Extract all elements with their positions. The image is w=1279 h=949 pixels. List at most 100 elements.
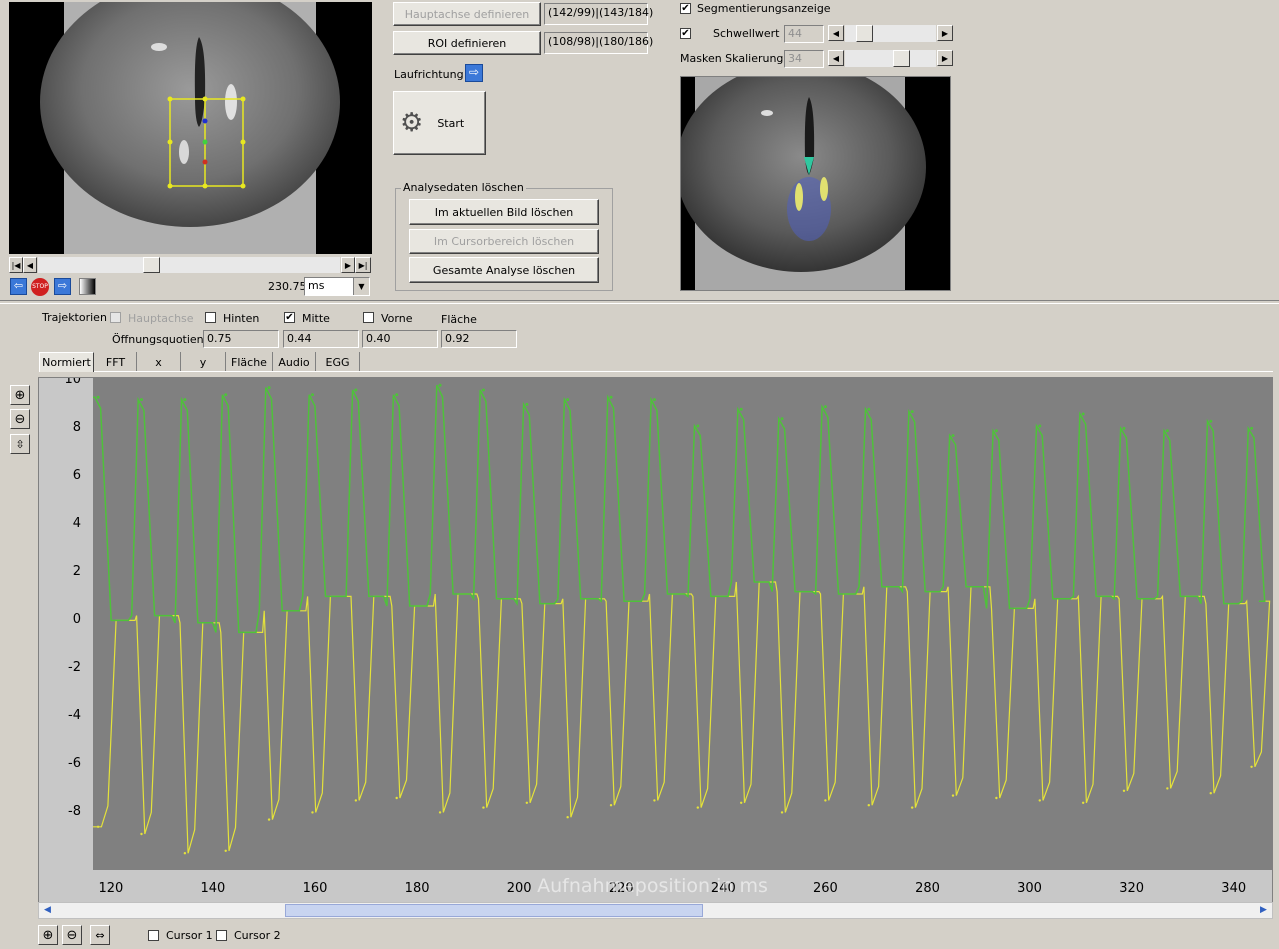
bottom-zoom-out-icon[interactable]: ⊖	[62, 925, 82, 945]
series-lower-point	[1166, 787, 1169, 790]
series-upper-point	[1165, 429, 1169, 433]
hauptachse-traj-label: Hauptachse	[128, 312, 194, 325]
start-button[interactable]: ⚙ Start	[393, 91, 486, 155]
mask-scale-right-button[interactable]: ▶	[937, 50, 953, 66]
series-upper-point	[1081, 412, 1085, 416]
hinten-checkbox[interactable]	[205, 312, 216, 323]
frame-slider-track[interactable]	[38, 257, 340, 273]
fit-horizontal-icon[interactable]: ⇔	[90, 925, 110, 945]
mask-scale-slider-thumb[interactable]	[893, 50, 910, 67]
stop-icon[interactable]: STOP	[31, 278, 49, 296]
tab-baseline	[94, 371, 1273, 372]
y-tick-label: 6	[73, 468, 81, 483]
next-frame-button[interactable]: ▶	[341, 257, 355, 273]
series-upper-point	[395, 393, 399, 397]
series-upper-point	[224, 393, 228, 397]
series-upper-point	[481, 388, 485, 392]
trajectories-label: Trajektorien	[42, 311, 107, 324]
x-axis-label: Aufnahmeposition in ms	[537, 875, 768, 897]
mask-scale-left-button[interactable]: ◀	[828, 50, 844, 66]
delete-cursor-range-button[interactable]: Im Cursorbereich löschen	[409, 229, 599, 254]
series-lower-point	[482, 806, 485, 809]
hauptachse-checkbox[interactable]	[110, 312, 121, 323]
segmentation-checkbox[interactable]: ✔	[680, 3, 691, 14]
chart-area[interactable]: 10 8 6 4 2 0 -2 -4 -6 -8 120 140 160 180 200 220 240 260 2…	[38, 372, 1273, 903]
delete-all-button[interactable]: Gesamte Analyse löschen	[409, 257, 599, 283]
x-tick-label: 180	[405, 881, 430, 896]
last-frame-button[interactable]: ▶|	[355, 257, 371, 273]
fit-vertical-icon[interactable]: ⇳	[10, 434, 30, 454]
zoom-out-icon[interactable]: ⊖	[10, 409, 30, 429]
roi-value: (108/98)|(180/186)	[544, 32, 653, 54]
series-lower-point	[824, 799, 827, 802]
y-tick-label: 8	[73, 420, 81, 435]
series-lower-point	[438, 811, 442, 814]
threshold-left-button[interactable]: ◀	[828, 25, 844, 41]
series-lower-point	[1081, 801, 1085, 804]
chevron-down-icon[interactable]: ▼	[353, 278, 369, 295]
series-upper-point	[96, 395, 100, 399]
tab-audio[interactable]: Audio	[273, 352, 316, 372]
series-lower-point	[311, 811, 314, 814]
time-unit-select[interactable]: ms ▼	[304, 277, 370, 296]
frame-slider-thumb[interactable]	[143, 257, 160, 273]
series-upper-point	[438, 383, 442, 387]
trajectory-chart[interactable]: 1086420-2-4-6-8120 140 160 180 200 220 240 260 2…	[39, 372, 1272, 902]
tab-x[interactable]: x	[137, 352, 181, 372]
cursor1-checkbox[interactable]	[148, 930, 159, 941]
roi-button[interactable]: ROI definieren	[393, 31, 541, 55]
series-lower-point	[780, 811, 784, 814]
hauptachse-button[interactable]: Hauptachse definieren	[393, 2, 541, 26]
x-tick-label: 140	[201, 881, 226, 896]
first-frame-button[interactable]: |◀	[9, 257, 23, 273]
quotient-label: Öffnungsquotient	[112, 333, 208, 346]
series-upper-point	[139, 398, 143, 402]
prev-frame-button[interactable]: ◀	[23, 257, 37, 273]
threshold-right-button[interactable]: ▶	[937, 25, 953, 41]
plot-background	[93, 378, 1272, 870]
series-upper-point	[1122, 426, 1126, 430]
vorne-label: Vorne	[381, 312, 413, 325]
threshold-checkbox[interactable]: ✔	[680, 28, 691, 39]
mitte-checkbox[interactable]: ✔	[284, 312, 295, 323]
tab-fft[interactable]: FFT	[95, 352, 137, 372]
bottom-zoom-in-icon[interactable]: ⊕	[38, 925, 58, 945]
time-unit-value: ms	[308, 279, 325, 292]
video-frame[interactable]	[9, 2, 372, 254]
cursor2-checkbox[interactable]	[216, 930, 227, 941]
mask-scale-slider[interactable]	[845, 50, 936, 67]
hinten-label: Hinten	[223, 312, 260, 325]
play-forward-icon[interactable]: ⇨	[54, 278, 71, 295]
series-upper-point	[354, 388, 358, 392]
laufrichtung-label: Laufrichtung	[394, 68, 464, 81]
panel-divider	[0, 300, 1279, 304]
y-tick-label: 2	[73, 564, 81, 579]
tab-egg[interactable]: EGG	[316, 352, 360, 372]
scroll-right-icon[interactable]: ▶	[1256, 903, 1271, 918]
delete-current-image-button[interactable]: Im aktuellen Bild löschen	[409, 199, 599, 225]
x-tick-label: 260	[813, 881, 838, 896]
laufrichtung-arrow-icon[interactable]: ⇨	[465, 64, 483, 82]
flaeche-label: Fläche	[441, 313, 477, 326]
series-upper-point	[267, 386, 271, 390]
play-back-icon[interactable]: ⇦	[10, 278, 27, 295]
quotient-mitte: 0.44	[283, 330, 359, 348]
tab-y[interactable]: y	[181, 352, 226, 372]
zoom-in-icon[interactable]: ⊕	[10, 385, 30, 405]
tab-flaeche[interactable]: Fläche	[226, 352, 273, 372]
segmentation-preview	[680, 76, 951, 291]
series-upper-point	[823, 405, 827, 409]
scroll-left-icon[interactable]: ◀	[40, 903, 55, 918]
vorne-checkbox[interactable]	[363, 312, 374, 323]
threshold-slider-thumb[interactable]	[856, 25, 873, 42]
series-upper-point	[1209, 419, 1213, 423]
series-lower-point	[96, 825, 100, 828]
contrast-icon[interactable]	[79, 278, 96, 295]
series-lower-point	[140, 832, 143, 836]
series-lower-point	[867, 804, 870, 807]
series-upper-point	[525, 402, 529, 406]
scroll-thumb[interactable]	[285, 904, 703, 917]
mask-scale-value: 34	[784, 50, 824, 68]
tab-normiert[interactable]: Normiert	[39, 352, 94, 372]
series-upper-point	[1038, 424, 1042, 428]
